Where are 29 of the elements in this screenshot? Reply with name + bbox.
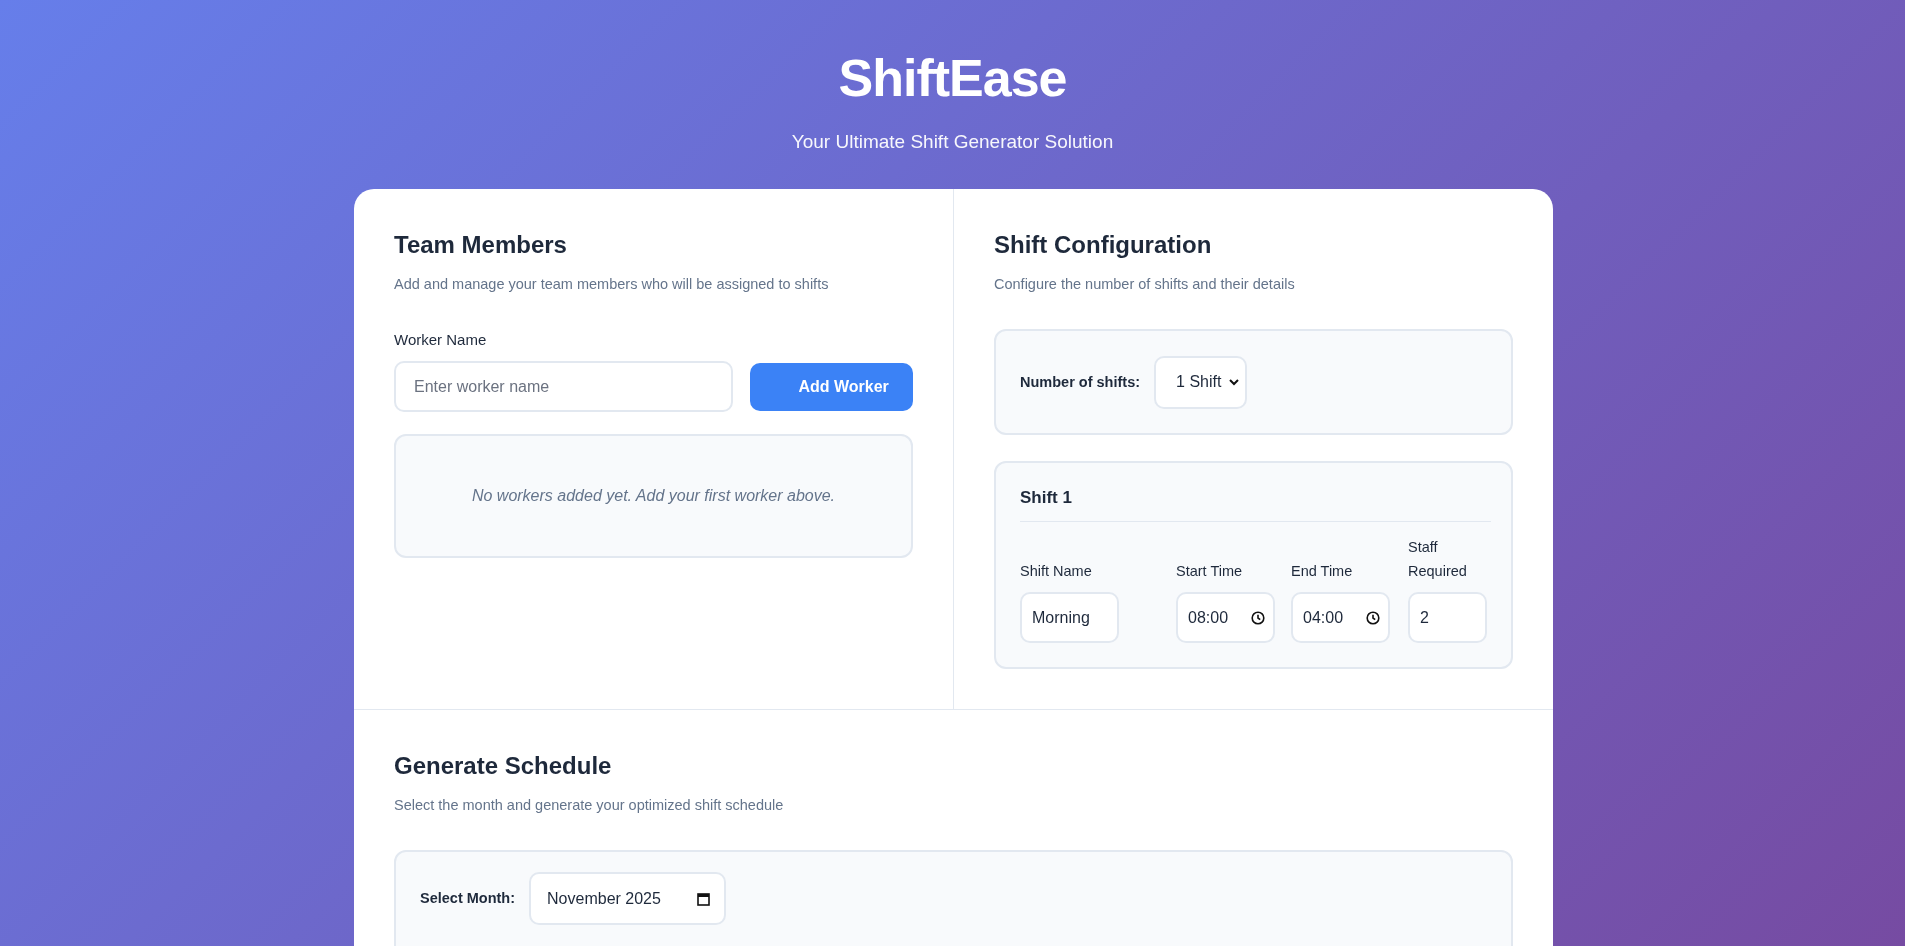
- field-label: End Time: [1291, 562, 1354, 581]
- time-field[interactable]: 04:00: [1291, 592, 1390, 643]
- clock-icon[interactable]: [1251, 610, 1265, 625]
- field-label: Shift Name: [1020, 562, 1093, 581]
- empty-message: No workers added yet. Add your first worker above.: [471, 487, 836, 505]
- time-field[interactable]: 08:00: [1176, 592, 1275, 643]
- shift-title: Shift 1: [1020, 487, 1491, 522]
- app-title: ShiftEase: [838, 48, 1067, 108]
- app-subtitle: Your Ultimate Shift Generator Solution: [791, 130, 1114, 154]
- section-description: Configure the number of shifts and their details: [994, 275, 1296, 293]
- field-label: Staff Required: [1408, 538, 1468, 581]
- field-label: Start Time: [1176, 562, 1244, 581]
- section-description: Select the month and generate your optimized shift schedule: [394, 796, 785, 814]
- section-description: Add and manage your team members who will be assigned to shifts: [394, 275, 830, 293]
- chevron-down-icon[interactable]: [1229, 378, 1240, 386]
- worker-name-field[interactable]: Enter worker name: [394, 361, 734, 412]
- add-worker-button[interactable]: Add Worker: [750, 362, 913, 411]
- clock-icon[interactable]: [1366, 610, 1380, 625]
- field-label: Worker Name: [394, 331, 488, 349]
- number-field[interactable]: 2: [1408, 592, 1487, 643]
- month-field[interactable]: November 2025: [529, 872, 727, 925]
- section-title: Generate Schedule: [394, 751, 613, 781]
- field-label: Select Month:: [420, 890, 516, 906]
- section-title: Shift Configuration: [994, 230, 1213, 260]
- field-label: Number of shifts:: [1020, 374, 1141, 390]
- shift-count-select[interactable]: 1 Shift: [1154, 355, 1248, 409]
- calendar-icon[interactable]: [697, 891, 711, 906]
- section-title: Team Members: [394, 230, 568, 260]
- text-field[interactable]: Morning: [1020, 592, 1119, 643]
